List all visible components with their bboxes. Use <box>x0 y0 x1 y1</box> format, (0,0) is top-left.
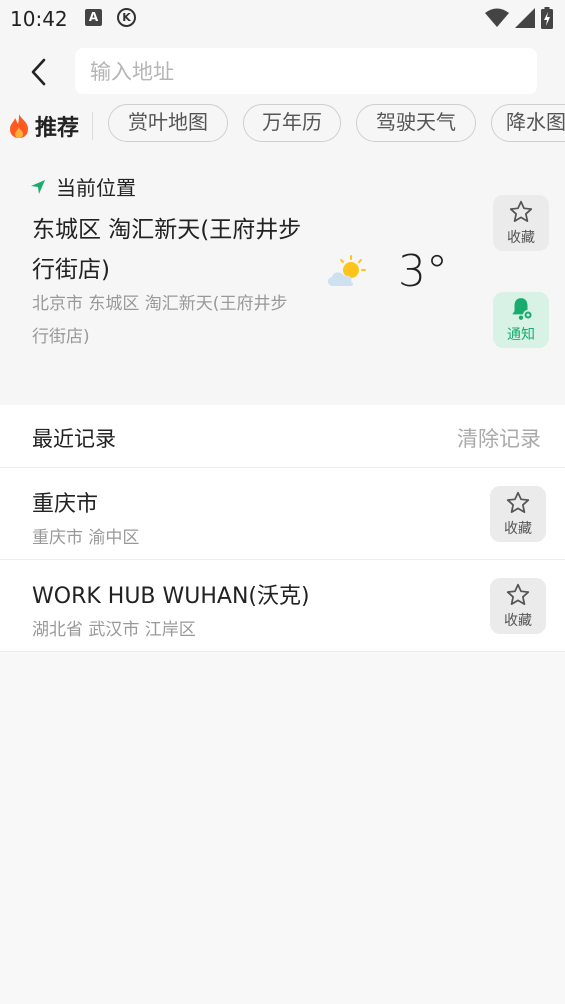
partly-cloudy-icon <box>325 254 367 292</box>
temperature-value: 3° <box>398 246 448 297</box>
star-icon <box>506 491 530 513</box>
status-time: 10:42 <box>10 7 68 31</box>
status-bar: 10:42 A K <box>0 0 565 38</box>
history-item-subtitle: 湖北省 武汉市 江岸区 <box>32 620 196 640</box>
back-button[interactable] <box>26 54 54 90</box>
favorite-label: 收藏 <box>507 230 535 246</box>
flame-icon <box>10 114 28 138</box>
search-box[interactable] <box>75 48 537 96</box>
recommend-text: 推荐 <box>35 116 80 141</box>
tag-item[interactable]: 赏叶地图 <box>108 104 228 142</box>
favorite-button[interactable]: 收藏 <box>490 486 546 542</box>
history-item-title: WORK HUB WUHAN(沃克) <box>32 584 310 609</box>
wifi-icon <box>485 8 509 27</box>
recent-history: 最近记录 清除记录 重庆市 重庆市 渝中区 收藏 WORK HUB WUHAN(… <box>0 405 565 652</box>
clear-history-button[interactable]: 清除记录 <box>457 423 541 453</box>
current-location-card: 当前位置 东城区 淘汇新天(王府井步行街店) 北京市 东城区 淘汇新天(王府井步… <box>0 160 565 390</box>
tags-divider <box>92 112 93 140</box>
favorite-button[interactable]: 收藏 <box>493 195 549 251</box>
history-item[interactable]: WORK HUB WUHAN(沃克) 湖北省 武汉市 江岸区 收藏 <box>0 560 565 652</box>
battery-icon <box>541 7 553 29</box>
location-address: 北京市 东城区 淘汇新天(王府井步行街店) <box>32 294 288 347</box>
tag-item[interactable]: 驾驶天气 <box>356 104 476 142</box>
favorite-button[interactable]: 收藏 <box>490 578 546 634</box>
notification-k-icon: K <box>117 8 136 27</box>
favorite-label: 收藏 <box>504 521 532 537</box>
star-icon <box>506 583 530 605</box>
recommend-tags-bar: 推荐 赏叶地图 万年历 驾驶天气 降水图 <box>0 104 565 148</box>
search-input[interactable] <box>75 48 532 96</box>
history-item-subtitle: 重庆市 渝中区 <box>32 528 140 548</box>
tag-item[interactable]: 万年历 <box>243 104 341 142</box>
history-header: 最近记录 清除记录 <box>0 405 565 468</box>
recommend-label: 推荐 <box>8 109 79 143</box>
bell-icon <box>512 298 534 321</box>
current-location-header: 当前位置 <box>30 172 136 201</box>
location-name: 东城区 淘汇新天(王府井步行街店) <box>32 217 302 283</box>
history-title: 最近记录 <box>32 427 116 451</box>
notification-a-icon: A <box>85 9 102 26</box>
current-location-label: 当前位置 <box>56 176 136 200</box>
empty-area <box>0 652 565 1004</box>
location-arrow-icon <box>31 179 45 194</box>
history-item-title: 重庆市 <box>32 492 99 517</box>
star-icon <box>509 200 533 222</box>
chevron-left-icon <box>31 58 46 86</box>
notify-button[interactable]: 通知 <box>493 292 549 348</box>
notify-label: 通知 <box>507 327 535 343</box>
signal-icon <box>515 8 535 28</box>
history-item[interactable]: 重庆市 重庆市 渝中区 收藏 <box>0 468 565 560</box>
favorite-label: 收藏 <box>504 613 532 629</box>
search-header <box>0 40 565 104</box>
tag-item[interactable]: 降水图 <box>491 104 565 142</box>
